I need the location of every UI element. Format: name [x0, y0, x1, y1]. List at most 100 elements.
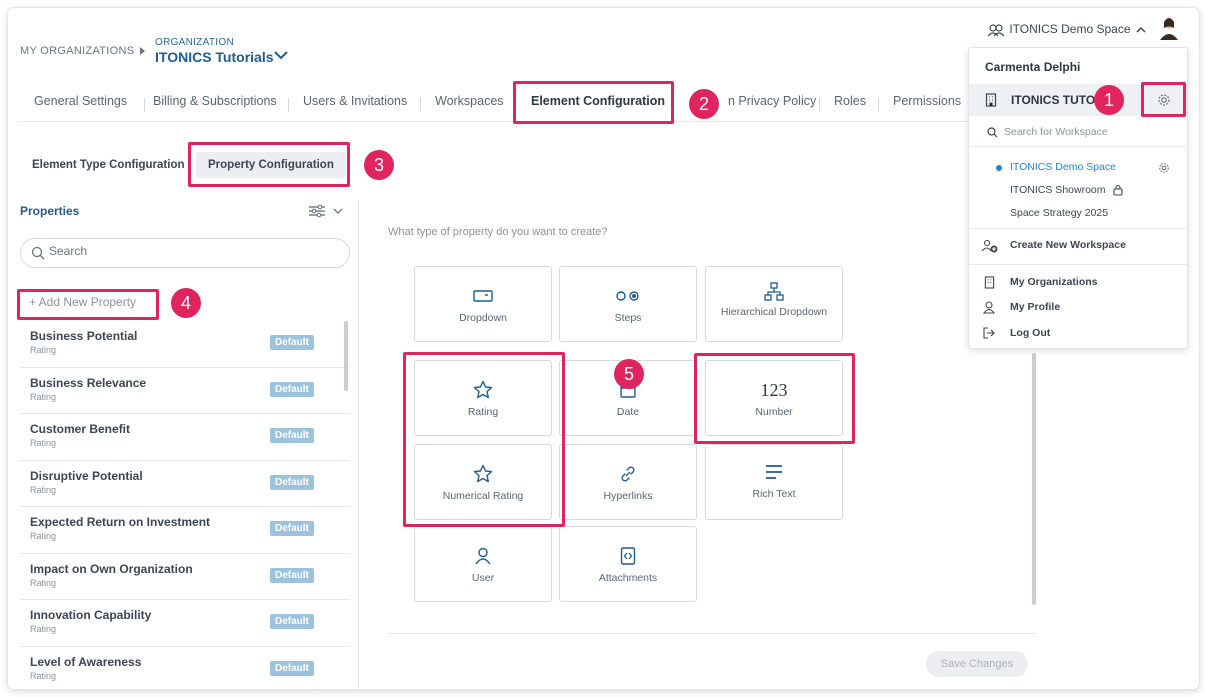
highlight-rating-types	[403, 352, 565, 527]
step-marker-4: 4	[171, 288, 201, 318]
type-card-rich-text[interactable]: Rich Text	[705, 444, 843, 520]
property-name: Expected Return on Investment	[30, 515, 211, 529]
highlight-property-configuration	[188, 142, 350, 187]
default-badge: Default	[270, 521, 314, 536]
tab-separator	[420, 98, 421, 112]
breadcrumb-my-organizations[interactable]: MY ORGANIZATIONS	[20, 45, 134, 57]
menu-divider	[969, 228, 1187, 229]
list-scrollbar[interactable]	[344, 321, 348, 391]
property-type: Rating	[30, 391, 57, 402]
tab-separator	[878, 98, 879, 112]
default-badge: Default	[270, 428, 314, 443]
list-item[interactable]: Impact on Own Organization Rating Default	[20, 554, 350, 600]
my-organizations-link[interactable]: My Organizations	[1010, 276, 1098, 288]
type-label: Dropdown	[459, 312, 507, 324]
tabs-divider	[18, 121, 973, 122]
type-label: User	[471, 572, 495, 584]
log-out-link[interactable]: Log Out	[1010, 327, 1050, 339]
type-card-hierarchical-dropdown[interactable]: Hierarchical Dropdown	[705, 266, 843, 342]
type-label: Date	[616, 406, 640, 418]
type-label: Steps	[614, 312, 642, 324]
save-changes-button[interactable]: Save Changes	[926, 651, 1028, 677]
my-profile-link[interactable]: My Profile	[1010, 301, 1060, 313]
type-card-user[interactable]: User	[414, 526, 552, 602]
tab-separator	[819, 98, 820, 112]
user-icon	[475, 547, 491, 565]
default-badge: Default	[270, 474, 314, 490]
workspace-search-placeholder: Search for Workspace	[1004, 126, 1108, 138]
default-badge: Default	[270, 381, 314, 397]
property-name: Customer Benefit	[30, 422, 131, 436]
panel-divider	[358, 200, 359, 689]
type-label: Hyperlinks	[603, 490, 653, 502]
workspace-item[interactable]: Space Strategy 2025	[1010, 207, 1108, 219]
chevron-up-icon	[1136, 26, 1146, 33]
create-workspace-button[interactable]: Create New Workspace	[1010, 239, 1126, 251]
list-item[interactable]: Level of Awareness Rating Default	[20, 647, 350, 690]
property-search[interactable]	[20, 238, 350, 268]
default-badge: Default	[270, 335, 314, 350]
menu-divider	[969, 264, 1187, 265]
list-item[interactable]: Customer Benefit Rating Default	[20, 414, 350, 461]
list-item[interactable]: Business Relevance Rating Default	[20, 368, 350, 414]
gear-icon[interactable]	[1158, 162, 1170, 174]
breadcrumb-caret-icon	[140, 47, 145, 55]
tab-privacy-policy[interactable]: n Privacy Policy	[728, 94, 816, 108]
property-name: Business Relevance	[30, 375, 147, 390]
list-item[interactable]: Disruptive Potential Rating Default	[20, 461, 350, 507]
property-type: Rating	[30, 577, 57, 588]
hierarchy-icon	[764, 282, 784, 301]
highlight-add-new-property	[17, 289, 159, 320]
tab-separator	[144, 98, 145, 112]
highlight-number-type	[694, 353, 855, 444]
tab-general-settings[interactable]: General Settings	[34, 94, 127, 108]
tab-permissions[interactable]: Permissions	[893, 94, 961, 108]
type-card-dropdown[interactable]: Dropdown	[414, 266, 552, 342]
list-item[interactable]: Innovation Capability Rating Default	[20, 600, 350, 647]
subtab-element-type[interactable]: Element Type Configuration	[32, 159, 185, 171]
default-badge: Default	[270, 567, 314, 583]
tab-roles[interactable]: Roles	[834, 94, 866, 108]
org-name[interactable]: ITONICS Tutorials	[155, 49, 274, 65]
property-type: Rating	[30, 345, 57, 355]
filter-icon[interactable]	[308, 204, 346, 218]
workspace-search[interactable]: Search for Workspace	[987, 126, 1108, 138]
footer-divider	[388, 633, 1036, 634]
workspace-switcher[interactable]: ITONICS Demo Space	[986, 22, 1148, 37]
building-icon	[984, 276, 995, 289]
property-name: Level of Awareness	[30, 654, 142, 669]
link-icon	[621, 466, 635, 482]
tab-billing[interactable]: Billing & Subscriptions	[153, 94, 277, 108]
text-lines-icon	[766, 465, 782, 479]
type-label: Rich Text	[752, 488, 796, 500]
property-name: Business Potential	[30, 329, 138, 343]
lock-icon	[1113, 184, 1123, 196]
type-label: Hierarchical Dropdown	[720, 306, 828, 318]
workspace-item[interactable]: ITONICS Showroom	[1010, 184, 1106, 196]
chevron-down-icon[interactable]	[273, 49, 289, 61]
tab-workspaces[interactable]: Workspaces	[435, 94, 504, 108]
step-marker-2: 2	[689, 89, 719, 119]
content-scrollbar[interactable]	[1032, 353, 1036, 605]
steps-icon	[616, 291, 639, 301]
type-card-steps[interactable]: Steps	[559, 266, 697, 342]
building-icon	[985, 93, 997, 107]
search-input[interactable]	[49, 244, 329, 258]
list-item[interactable]: Business Potential Rating Default	[20, 321, 350, 368]
property-name: Impact on Own Organization	[30, 561, 193, 576]
type-card-hyperlinks[interactable]: Hyperlinks	[559, 444, 697, 520]
property-type: Rating	[30, 484, 57, 495]
type-label: Attachments	[598, 572, 658, 584]
tab-users[interactable]: Users & Invitations	[303, 94, 407, 108]
menu-divider	[969, 146, 1187, 147]
workspace-item[interactable]: ITONICS Demo Space	[1010, 161, 1116, 173]
properties-title: Properties	[20, 204, 80, 218]
avatar[interactable]	[1158, 16, 1180, 40]
menu-user-name: Carmenta Delphi	[985, 60, 1081, 74]
property-type: Rating	[30, 438, 57, 448]
type-card-attachments[interactable]: Attachments	[559, 526, 697, 602]
property-type: Rating	[30, 624, 57, 634]
create-question: What type of property do you want to cre…	[388, 226, 608, 238]
user-icon	[983, 301, 995, 314]
list-item[interactable]: Expected Return on Investment Rating Defau…	[20, 507, 350, 554]
